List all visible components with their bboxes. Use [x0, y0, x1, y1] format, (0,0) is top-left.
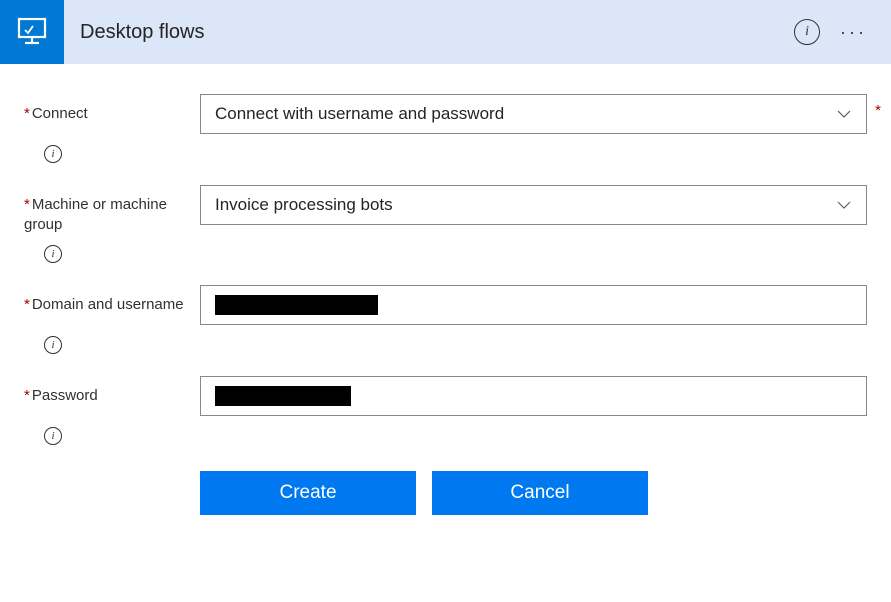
connect-value: Connect with username and password: [215, 104, 504, 124]
machine-select[interactable]: Invoice processing bots: [200, 185, 867, 225]
redacted-value: [215, 295, 378, 315]
desktop-flows-icon: [13, 13, 51, 51]
chevron-down-icon: [836, 197, 852, 213]
machine-value: Invoice processing bots: [215, 195, 393, 215]
redacted-value: [215, 386, 351, 406]
password-label: *Password: [24, 376, 200, 406]
connect-select[interactable]: Connect with username and password: [200, 94, 867, 134]
domain-info-icon[interactable]: i: [44, 336, 62, 354]
create-button[interactable]: Create: [200, 471, 416, 515]
connect-label: *Connect: [24, 94, 200, 124]
app-icon: [0, 0, 64, 64]
chevron-down-icon: [836, 106, 852, 122]
password-input[interactable]: [200, 376, 867, 416]
form: *Connect Connect with username and passw…: [0, 64, 891, 515]
header-bar: Desktop flows i ···: [0, 0, 891, 64]
page-title: Desktop flows: [80, 21, 794, 44]
header-more-icon[interactable]: ···: [840, 22, 867, 43]
cancel-button[interactable]: Cancel: [432, 471, 648, 515]
domain-label: *Domain and username: [24, 285, 200, 315]
password-info-icon[interactable]: i: [44, 427, 62, 445]
trailing-asterisk: *: [875, 102, 881, 119]
header-info-icon[interactable]: i: [794, 19, 820, 45]
connect-info-icon[interactable]: i: [44, 145, 62, 163]
machine-label: *Machine or machine group: [24, 185, 200, 234]
domain-username-input[interactable]: [200, 285, 867, 325]
machine-info-icon[interactable]: i: [44, 245, 62, 263]
